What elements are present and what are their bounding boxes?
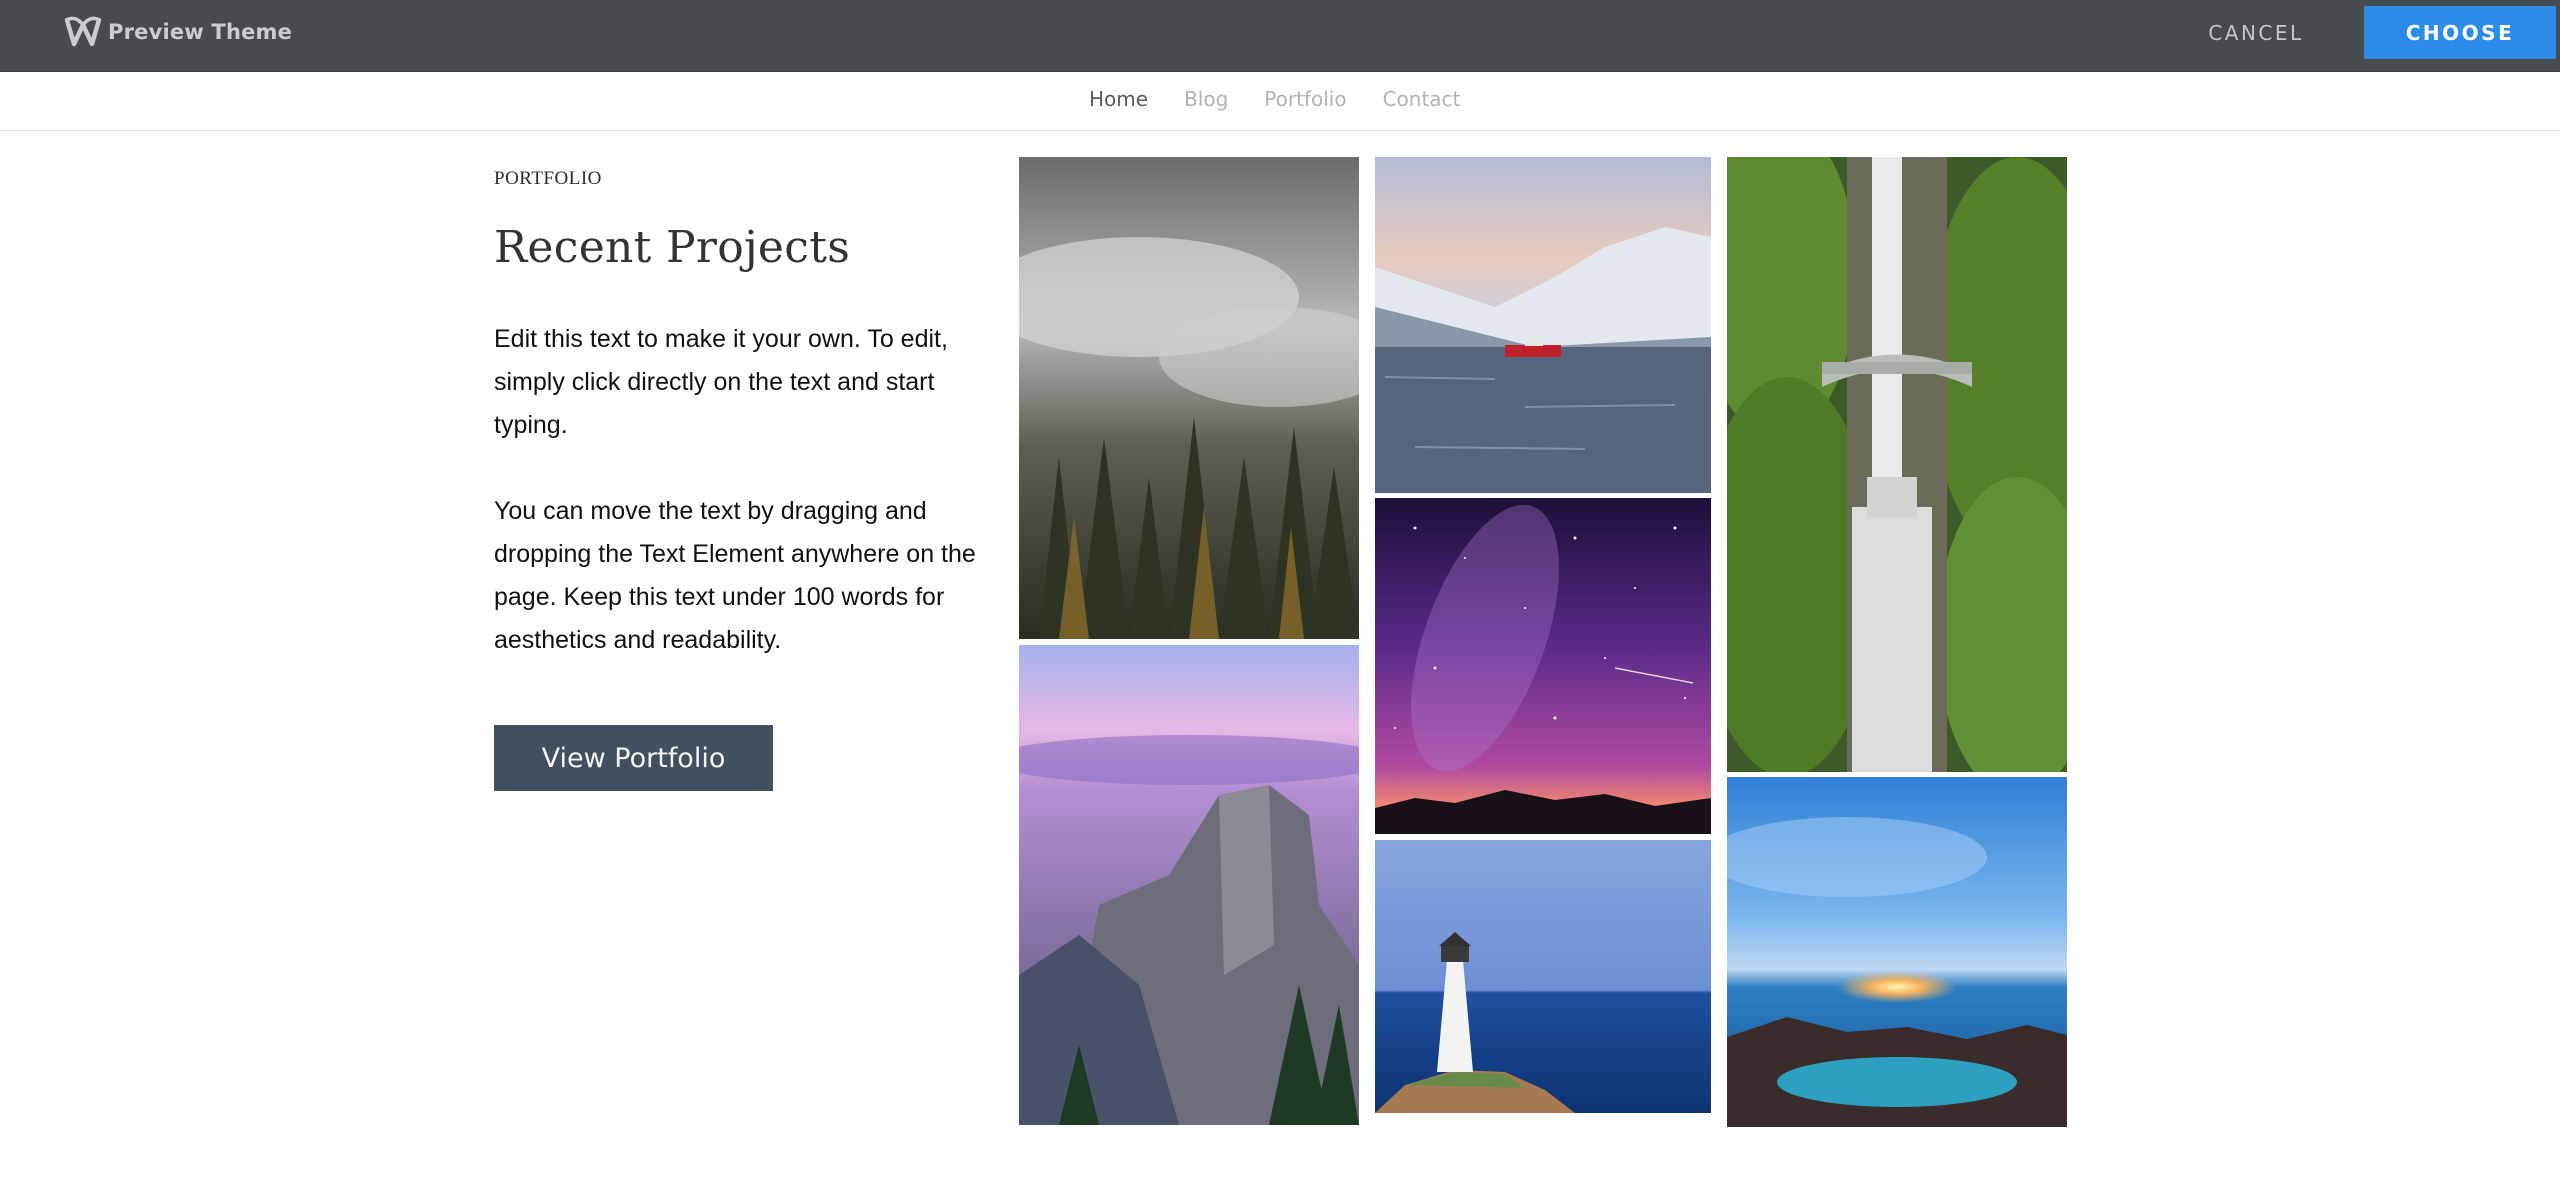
view-portfolio-button[interactable]: View Portfolio — [494, 725, 773, 791]
choose-button[interactable]: CHOOSE — [2364, 6, 2556, 59]
boat-snowy-fjord-photo[interactable] — [1375, 157, 1711, 493]
milky-way-night-sky-photo[interactable] — [1375, 498, 1711, 834]
page-title: Recent Projects — [494, 222, 851, 273]
waterfall-bridge-photo[interactable] — [1727, 157, 2067, 772]
intro-paragraph-2: You can move the text by dragging and dr… — [494, 497, 976, 654]
brand-name: Preview Theme — [108, 20, 293, 44]
brand: Preview Theme — [64, 15, 292, 49]
preview-toolbar: Preview Theme CANCEL CHOOSE — [0, 0, 2560, 72]
nav-list: Home Blog Portfolio Contact — [1089, 87, 1496, 111]
intro-paragraph-1: Edit this text to make it your own. To e… — [494, 325, 948, 439]
ocean-sunset-rocks-photo[interactable] — [1727, 777, 2067, 1127]
site-navigation: Home Blog Portfolio Contact — [0, 73, 2560, 131]
nav-item-blog[interactable]: Blog — [1184, 87, 1228, 111]
weebly-w-logo-icon — [64, 16, 102, 48]
lighthouse-sea-photo[interactable] — [1375, 840, 1711, 1113]
cancel-button[interactable]: CANCEL — [2156, 7, 2356, 59]
nav-item-home[interactable]: Home — [1089, 87, 1148, 111]
half-dome-sunset-photo[interactable] — [1019, 645, 1359, 1125]
nav-item-contact[interactable]: Contact — [1383, 87, 1461, 111]
nav-item-portfolio[interactable]: Portfolio — [1264, 87, 1346, 111]
foggy-forest-photo[interactable] — [1019, 157, 1359, 639]
section-eyebrow: PORTFOLIO — [494, 168, 602, 189]
